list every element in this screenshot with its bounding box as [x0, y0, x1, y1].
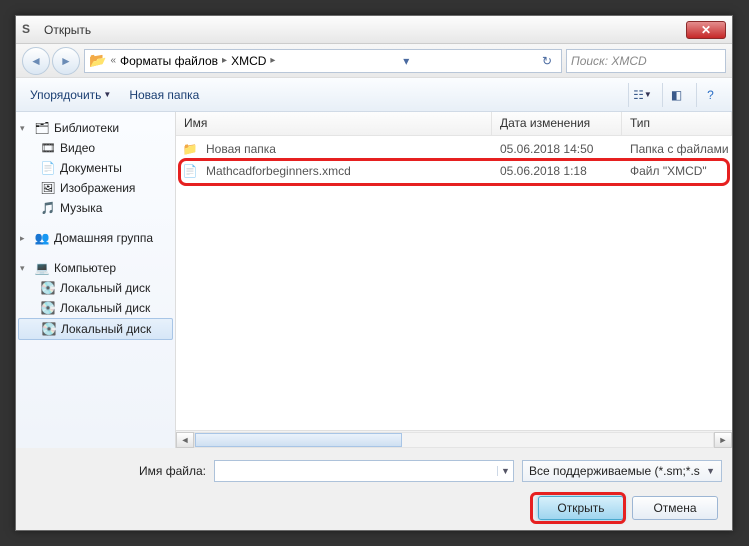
file-date: 05.06.2018 1:18 — [492, 164, 622, 178]
music-icon: 🎵 — [40, 201, 56, 215]
disk-icon: 💽 — [40, 301, 56, 315]
search-placeholder: Поиск: XMCD — [571, 54, 647, 68]
filename-label: Имя файла: — [26, 464, 206, 478]
folder-icon: 📂 — [89, 52, 106, 69]
file-date: 05.06.2018 14:50 — [492, 142, 622, 156]
homegroup-icon: 👥 — [34, 231, 50, 245]
file-row[interactable]: 📄 Mathcadforbeginners.xmcd 05.06.2018 1:… — [176, 160, 732, 182]
help-button[interactable]: ? — [696, 83, 724, 107]
open-dialog: S Открыть ✕ ◄ ► 📂 « Форматы файлов ▸ XMC… — [15, 15, 733, 531]
disk-icon: 💽 — [41, 322, 57, 336]
sidebar-item-disk[interactable]: 💽Локальный диск — [18, 278, 173, 298]
computer-icon: 💻 — [34, 261, 50, 275]
breadcrumb-part[interactable]: XMCD — [231, 54, 266, 68]
footer: Имя файла: ▼ Все поддерживаемые (*.sm;*.… — [16, 448, 732, 530]
sidebar-item-documents[interactable]: 📄Документы — [18, 158, 173, 178]
scroll-left-icon[interactable]: ◄ — [176, 432, 194, 448]
breadcrumb[interactable]: 📂 « Форматы файлов ▸ XMCD ▸ ▾ ↻ — [84, 49, 562, 73]
arrow-left-icon: ◄ — [30, 54, 42, 68]
help-icon: ? — [707, 88, 714, 102]
collapse-icon: ▾ — [20, 123, 30, 134]
cancel-button[interactable]: Отмена — [632, 496, 718, 520]
file-list: 📁 Новая папка 05.06.2018 14:50 Папка с ф… — [176, 136, 732, 430]
file-name: Новая папка — [198, 142, 492, 156]
chevron-down-icon: ▼ — [644, 90, 652, 99]
expand-icon: ▸ — [20, 233, 30, 244]
file-name: Mathcadforbeginners.xmcd — [198, 164, 492, 178]
refresh-button[interactable]: ↻ — [537, 54, 557, 68]
sidebar-item-music[interactable]: 🎵Музыка — [18, 198, 173, 218]
search-input[interactable]: Поиск: XMCD — [566, 49, 726, 73]
toolbar: Упорядочить▼ Новая папка ☷▼ ◧ ? — [16, 78, 732, 112]
filename-input[interactable]: ▼ — [214, 460, 514, 482]
chevron-down-icon[interactable]: ▼ — [497, 466, 513, 476]
column-type[interactable]: Тип — [622, 112, 732, 135]
file-type: Файл "XMCD" — [622, 164, 732, 178]
disk-icon: 💽 — [40, 281, 56, 295]
preview-button[interactable]: ◧ — [662, 83, 690, 107]
sidebar-item-disk[interactable]: 💽Локальный диск — [18, 298, 173, 318]
scroll-right-icon[interactable]: ► — [714, 432, 732, 448]
collapse-icon: ▾ — [20, 263, 30, 274]
breadcrumb-dropdown-icon[interactable]: ▾ — [396, 54, 416, 68]
file-pane: Имя Дата изменения Тип 📁 Новая папка 05.… — [176, 112, 732, 448]
documents-icon: 📄 — [40, 161, 56, 175]
file-header: Имя Дата изменения Тип — [176, 112, 732, 136]
pictures-icon: 🖼 — [40, 181, 56, 195]
view-icon: ☷ — [633, 88, 644, 102]
scroll-track[interactable] — [194, 432, 714, 448]
video-icon: 🎞 — [40, 141, 56, 155]
chevron-down-icon: ▼ — [103, 90, 111, 99]
organize-button[interactable]: Упорядочить▼ — [24, 84, 117, 106]
libraries-icon: 🗂 — [34, 121, 50, 135]
preview-icon: ◧ — [671, 88, 682, 102]
window-title: Открыть — [44, 23, 686, 37]
sidebar-item-libraries[interactable]: ▾🗂Библиотеки — [18, 118, 173, 138]
file-row[interactable]: 📁 Новая папка 05.06.2018 14:50 Папка с ф… — [176, 138, 732, 160]
app-icon: S — [22, 22, 38, 38]
chevron-right-icon: ▸ — [270, 55, 275, 66]
file-icon: 📄 — [182, 164, 198, 178]
sidebar: ▾🗂Библиотеки 🎞Видео 📄Документы 🖼Изображе… — [16, 112, 176, 448]
folder-icon: 📁 — [182, 142, 198, 156]
navbar: ◄ ► 📂 « Форматы файлов ▸ XMCD ▸ ▾ ↻ Поис… — [16, 44, 732, 78]
breadcrumb-back-icon[interactable]: « — [110, 55, 116, 66]
open-button[interactable]: Открыть — [538, 496, 624, 520]
close-button[interactable]: ✕ — [686, 21, 726, 39]
sidebar-item-computer[interactable]: ▾💻Компьютер — [18, 258, 173, 278]
content: ▾🗂Библиотеки 🎞Видео 📄Документы 🖼Изображе… — [16, 112, 732, 448]
arrow-right-icon: ► — [60, 54, 72, 68]
horizontal-scrollbar[interactable]: ◄ ► — [176, 430, 732, 448]
close-icon: ✕ — [701, 23, 711, 37]
chevron-down-icon: ▼ — [706, 466, 715, 476]
breadcrumb-part[interactable]: Форматы файлов — [120, 54, 218, 68]
titlebar: S Открыть ✕ — [16, 16, 732, 44]
file-type-filter[interactable]: Все поддерживаемые (*.sm;*.s▼ — [522, 460, 722, 482]
forward-button[interactable]: ► — [52, 47, 80, 75]
sidebar-item-video[interactable]: 🎞Видео — [18, 138, 173, 158]
chevron-right-icon: ▸ — [222, 55, 227, 66]
view-button[interactable]: ☷▼ — [628, 83, 656, 107]
file-type: Папка с файлами — [622, 142, 732, 156]
sidebar-item-disk[interactable]: 💽Локальный диск — [18, 318, 173, 340]
sidebar-item-pictures[interactable]: 🖼Изображения — [18, 178, 173, 198]
column-date[interactable]: Дата изменения — [492, 112, 622, 135]
new-folder-button[interactable]: Новая папка — [123, 84, 205, 106]
column-name[interactable]: Имя — [176, 112, 492, 135]
scroll-thumb[interactable] — [195, 433, 402, 447]
sidebar-item-homegroup[interactable]: ▸👥Домашняя группа — [18, 228, 173, 248]
back-button[interactable]: ◄ — [22, 47, 50, 75]
